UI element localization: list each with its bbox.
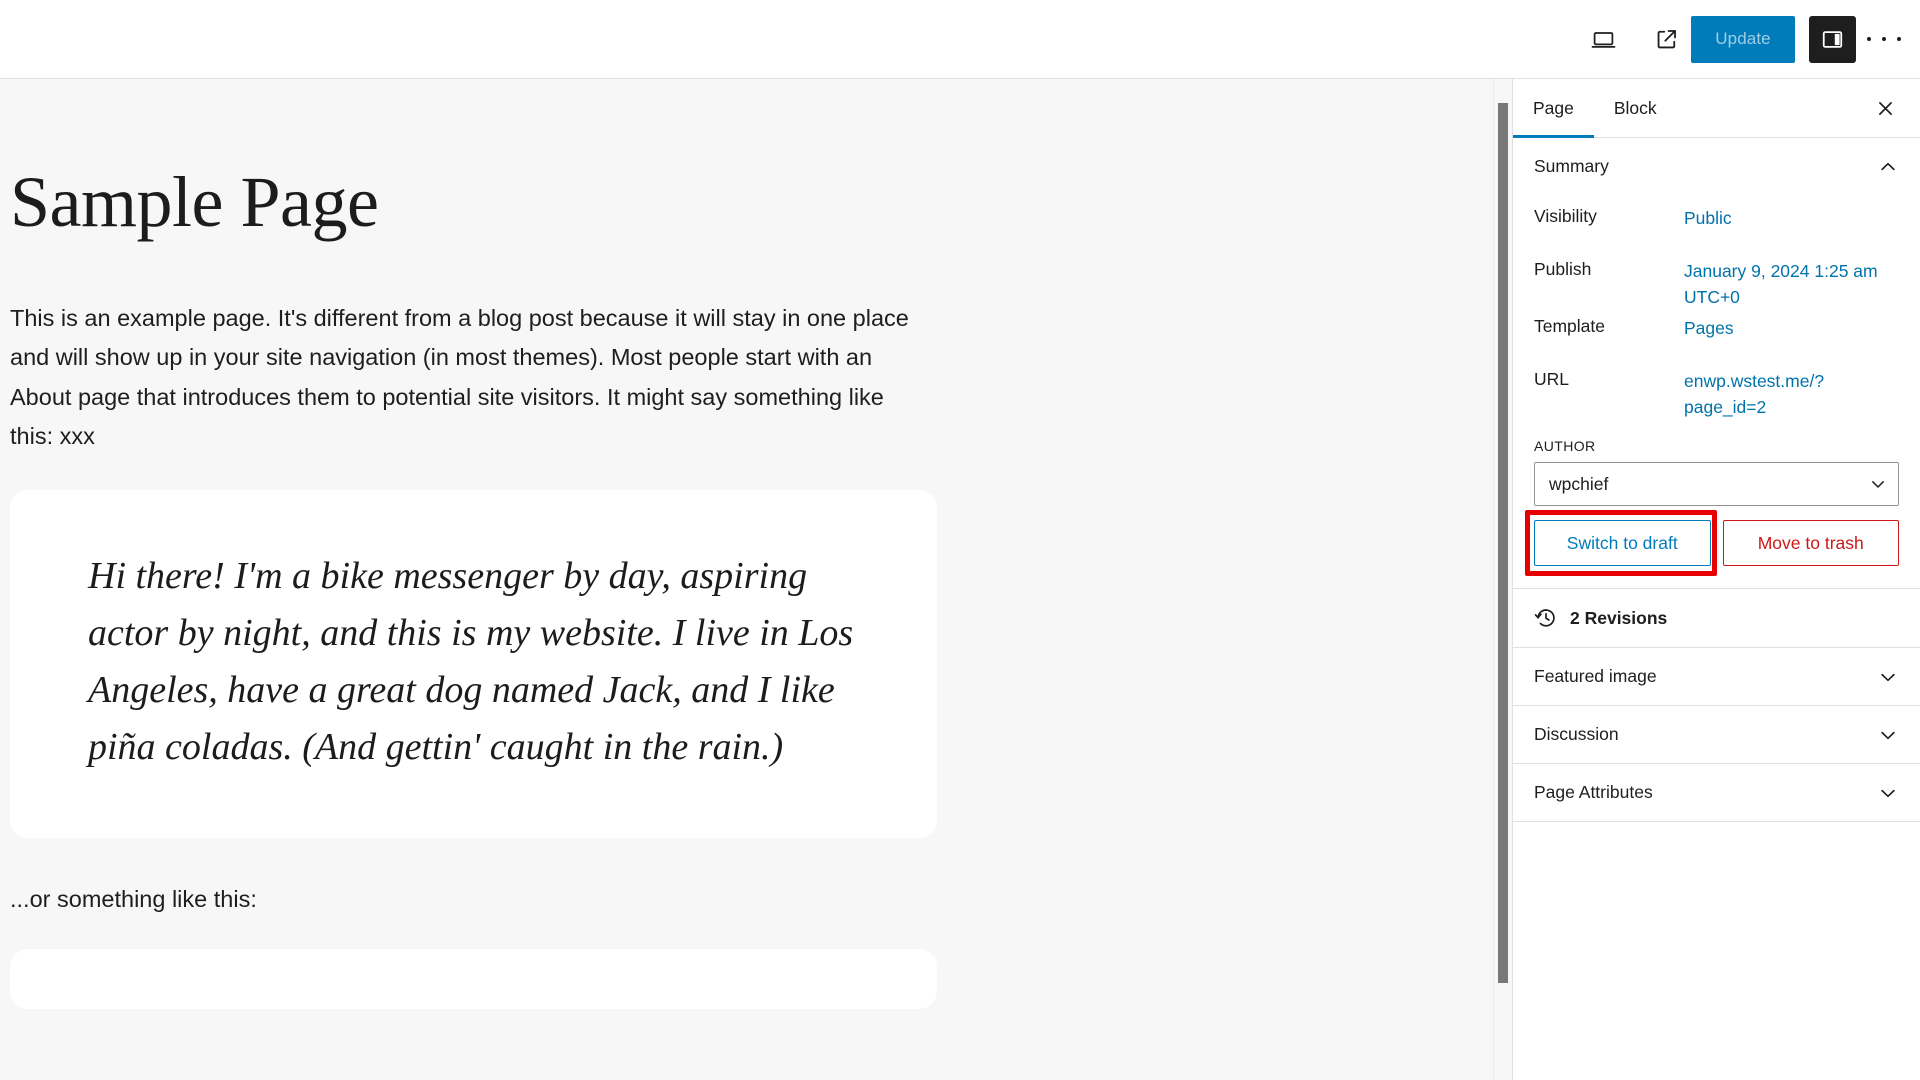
publish-label: Publish	[1534, 259, 1592, 279]
editor-header-toolbar: Update	[0, 0, 1920, 79]
discussion-panel-header[interactable]: Discussion	[1513, 706, 1920, 763]
tab-page[interactable]: Page	[1513, 79, 1594, 138]
intro-paragraph-block[interactable]: This is an example page. It's different …	[0, 299, 930, 457]
chevron-up-icon	[1877, 156, 1899, 178]
summary-spacer	[1534, 566, 1899, 588]
template-label: Template	[1534, 316, 1606, 336]
summary-panel-title: Summary	[1534, 156, 1609, 176]
revisions-label: 2 Revisions	[1570, 607, 1668, 628]
revisions-clock-icon	[1534, 606, 1558, 630]
chevron-down-icon	[1877, 782, 1899, 804]
url-value[interactable]: enwp.wstest.me/?page_id=2	[1684, 363, 1899, 420]
sidebar-scroll-region: Summary Visibility Public Publish Januar…	[1513, 138, 1920, 1080]
page-attributes-panel-title: Page Attributes	[1534, 782, 1653, 802]
summary-row-url: URL enwp.wstest.me/?page_id=2	[1534, 363, 1899, 420]
author-select-wrapper: wpchief	[1534, 462, 1899, 506]
settings-sidebar: Page Block Summary Visibility Public Pub…	[1512, 79, 1920, 1080]
summary-row-template: Template Pages	[1534, 310, 1899, 363]
summary-panel-body: Visibility Public Publish January 9, 202…	[1513, 195, 1920, 588]
canvas-scrollbar-thumb[interactable]	[1498, 103, 1508, 983]
wordpress-block-editor: Update Sample Page This is an example pa…	[0, 0, 1920, 1080]
summary-row-visibility: Visibility Public	[1534, 200, 1899, 253]
update-button[interactable]: Update	[1691, 15, 1795, 63]
featured-image-panel-title: Featured image	[1534, 666, 1657, 686]
featured-image-panel-header[interactable]: Featured image	[1513, 648, 1920, 705]
editor-body: Sample Page This is an example page. It'…	[0, 79, 1920, 1080]
kebab-dot-2	[1881, 37, 1886, 41]
laptop-preview-icon[interactable]	[1579, 15, 1627, 63]
publish-value[interactable]: January 9, 2024 1:25 am UTC+0	[1684, 253, 1899, 310]
kebab-menu-icon[interactable]	[1862, 15, 1906, 63]
editor-content: Sample Page This is an example page. It'…	[0, 79, 1512, 1009]
page-title[interactable]: Sample Page	[0, 164, 1512, 241]
next-block-card[interactable]	[10, 948, 937, 1009]
discussion-panel-title: Discussion	[1534, 724, 1619, 744]
url-label: URL	[1534, 369, 1570, 389]
closing-paragraph-block[interactable]: ...or something like this:	[0, 882, 1512, 916]
summary-panel-header[interactable]: Summary	[1513, 138, 1920, 195]
tab-block[interactable]: Block	[1594, 79, 1677, 137]
summary-row-publish: Publish January 9, 2024 1:25 am UTC+0	[1534, 253, 1899, 310]
editor-canvas[interactable]: Sample Page This is an example page. It'…	[0, 79, 1512, 1080]
sidebar-panel-icon[interactable]	[1809, 15, 1856, 63]
template-value[interactable]: Pages	[1684, 310, 1899, 342]
switch-to-draft-button[interactable]: Switch to draft	[1534, 520, 1711, 566]
close-icon[interactable]	[1863, 86, 1907, 130]
visibility-value[interactable]: Public	[1684, 200, 1899, 232]
quote-block-card[interactable]: Hi there! I'm a bike messenger by day, a…	[10, 489, 937, 838]
external-link-icon[interactable]	[1643, 15, 1691, 63]
status-action-buttons: Switch to draft Move to trash	[1525, 510, 1899, 576]
sidebar-tab-list: Page Block	[1513, 79, 1920, 138]
author-select[interactable]: wpchief	[1534, 462, 1899, 506]
visibility-label: Visibility	[1534, 206, 1597, 226]
canvas-scrollbar[interactable]	[1493, 79, 1512, 1080]
kebab-dot-1	[1867, 37, 1872, 41]
divider-below-page-attributes	[1513, 821, 1920, 822]
quote-block-text[interactable]: Hi there! I'm a bike messenger by day, a…	[88, 548, 867, 776]
chevron-down-icon	[1877, 724, 1899, 746]
move-to-trash-button[interactable]: Move to trash	[1722, 520, 1899, 566]
kebab-dot-3	[1896, 37, 1901, 41]
chevron-down-icon	[1877, 666, 1899, 688]
revisions-link[interactable]: 2 Revisions	[1513, 589, 1920, 647]
author-label: AUTHOR	[1534, 438, 1596, 454]
page-attributes-panel-header[interactable]: Page Attributes	[1513, 764, 1920, 821]
